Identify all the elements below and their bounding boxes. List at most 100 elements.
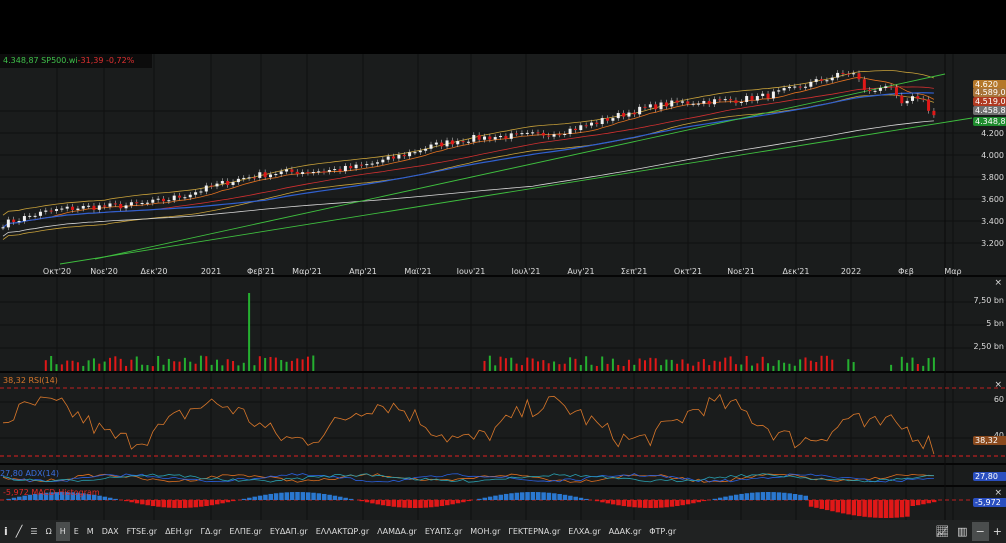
volume-bar xyxy=(66,360,69,371)
candle xyxy=(884,86,888,88)
macd-bar xyxy=(156,500,161,507)
macd-bar xyxy=(514,492,520,500)
macd-bar xyxy=(434,500,439,507)
volume-bar xyxy=(729,356,732,371)
candle xyxy=(648,104,652,108)
candle xyxy=(798,86,802,88)
candle xyxy=(488,136,492,140)
toolbar-symbol-button[interactable]: ΦΤΡ.gr xyxy=(645,522,680,541)
volume-bar xyxy=(558,364,561,371)
chart-area[interactable]: 4.200 4.000 3.800 3.600 3.400 3.200 4.62… xyxy=(0,54,1006,520)
volume-bar xyxy=(745,355,748,371)
candle xyxy=(766,93,770,99)
candle xyxy=(17,221,21,223)
candle xyxy=(466,141,470,143)
toolbar-symbol-button[interactable]: H xyxy=(55,522,70,541)
volume-bar xyxy=(692,365,695,371)
chart-type-icon[interactable]: 📈︎ xyxy=(931,522,953,541)
candle xyxy=(408,152,412,157)
volume-bar xyxy=(654,358,657,371)
toolbar-symbol-button[interactable]: ΕΛΛΑΚΤΩΡ.gr xyxy=(312,522,373,541)
volume-bar xyxy=(724,357,727,371)
volume-bar xyxy=(82,365,85,371)
macd-bar xyxy=(691,500,696,504)
toolbar-symbol-button[interactable]: ΜΟΗ.gr xyxy=(466,522,504,541)
zoom-out-button[interactable]: − xyxy=(971,522,989,541)
volume-bar xyxy=(825,355,828,371)
macd-bar xyxy=(905,500,910,517)
candle xyxy=(370,163,374,165)
macd-bar xyxy=(450,500,455,505)
macd-bar xyxy=(503,493,509,500)
macd-bar xyxy=(295,492,300,500)
close-rsi-pane-icon[interactable]: × xyxy=(994,380,1002,390)
volume-bar xyxy=(141,364,144,371)
candle xyxy=(520,133,524,135)
close-volume-pane-icon[interactable]: × xyxy=(994,278,1002,288)
price-tag: 4.519,01 xyxy=(973,97,1006,106)
macd-bar xyxy=(124,500,129,502)
info-icon[interactable]: i xyxy=(0,522,12,541)
legend-price: 4.348,87 xyxy=(3,56,39,65)
macd-bar xyxy=(562,494,568,500)
zoom-in-button[interactable]: + xyxy=(989,522,1006,541)
macd-bar xyxy=(664,500,669,508)
time-axis-label: Φεβ'21 xyxy=(246,267,276,276)
close-macd-pane-icon[interactable]: × xyxy=(994,488,1002,498)
rsi-value-tag: 38,32 xyxy=(973,436,1006,445)
candle xyxy=(38,211,42,216)
toolbar-symbol-button[interactable]: ΛΑΜΔΑ.gr xyxy=(373,522,421,541)
toolbar-symbol-button[interactable]: FTSE.gr xyxy=(123,522,161,541)
macd-bar xyxy=(102,496,108,500)
volume-bar xyxy=(60,364,63,371)
indicators-icon[interactable]: ☰ xyxy=(26,522,41,541)
candle xyxy=(809,81,813,87)
candle xyxy=(878,87,882,91)
toolbar-symbol-button[interactable]: ΑΔΑΚ.gr xyxy=(605,522,646,541)
candle xyxy=(894,87,898,96)
macd-bar xyxy=(311,492,316,500)
volume-bar xyxy=(301,359,304,371)
volume-bar xyxy=(92,358,95,371)
macd-bar xyxy=(445,500,450,506)
time-axis-label: Δεκ'21 xyxy=(782,267,810,276)
toolbar-symbol-button[interactable]: DAX xyxy=(98,522,123,541)
macd-bar xyxy=(653,500,659,508)
candle xyxy=(921,98,925,100)
macd-bar xyxy=(17,496,22,500)
candle xyxy=(194,192,198,195)
candle xyxy=(103,205,107,207)
toolbar-symbol-button[interactable]: ΓΔ.gr xyxy=(197,522,226,541)
volume-bar xyxy=(55,364,58,371)
volume-bar xyxy=(804,357,807,371)
chart-canvas[interactable] xyxy=(0,54,1006,520)
toolbar-symbol-button[interactable]: E xyxy=(70,522,83,541)
macd-bar xyxy=(659,500,664,508)
toolbar-symbol-button[interactable]: ΕΛΧΑ.gr xyxy=(564,522,604,541)
trend-line xyxy=(59,117,973,265)
candle xyxy=(916,96,920,99)
toolbar-symbol-button[interactable]: ΕΥΑΠΣ.gr xyxy=(421,522,466,541)
candle xyxy=(354,164,358,169)
macd-bar xyxy=(327,494,332,500)
toolbar-symbol-button[interactable]: M xyxy=(83,522,98,541)
toolbar-symbol-button[interactable]: ΔΕΗ.gr xyxy=(161,522,196,541)
price-tag: 4.589,01 xyxy=(973,88,1006,97)
volume-bar xyxy=(290,360,293,371)
candle xyxy=(113,203,117,205)
toolbar-symbol-button[interactable]: ΕΥΔΑΠ.gr xyxy=(266,522,312,541)
candle xyxy=(927,99,931,111)
macd-bar xyxy=(819,500,825,509)
volume-axis-label: 2,50 bn xyxy=(973,342,1004,351)
toolbar-symbol-button[interactable]: Ω xyxy=(42,522,56,541)
macd-bar xyxy=(594,500,600,502)
toolbar-symbol-button[interactable]: ΕΛΠΕ.gr xyxy=(225,522,266,541)
volume-bar xyxy=(50,355,53,371)
macd-bar xyxy=(145,500,150,506)
toolbar-symbol-button[interactable]: ΓΕΚΤΕΡΝΑ.gr xyxy=(504,522,564,541)
volume-bars-icon[interactable]: ▥ xyxy=(953,522,971,541)
draw-line-icon[interactable]: ╱ xyxy=(12,522,27,541)
macd-bar xyxy=(252,496,257,500)
candle xyxy=(664,102,668,107)
macd-bar xyxy=(204,500,209,507)
